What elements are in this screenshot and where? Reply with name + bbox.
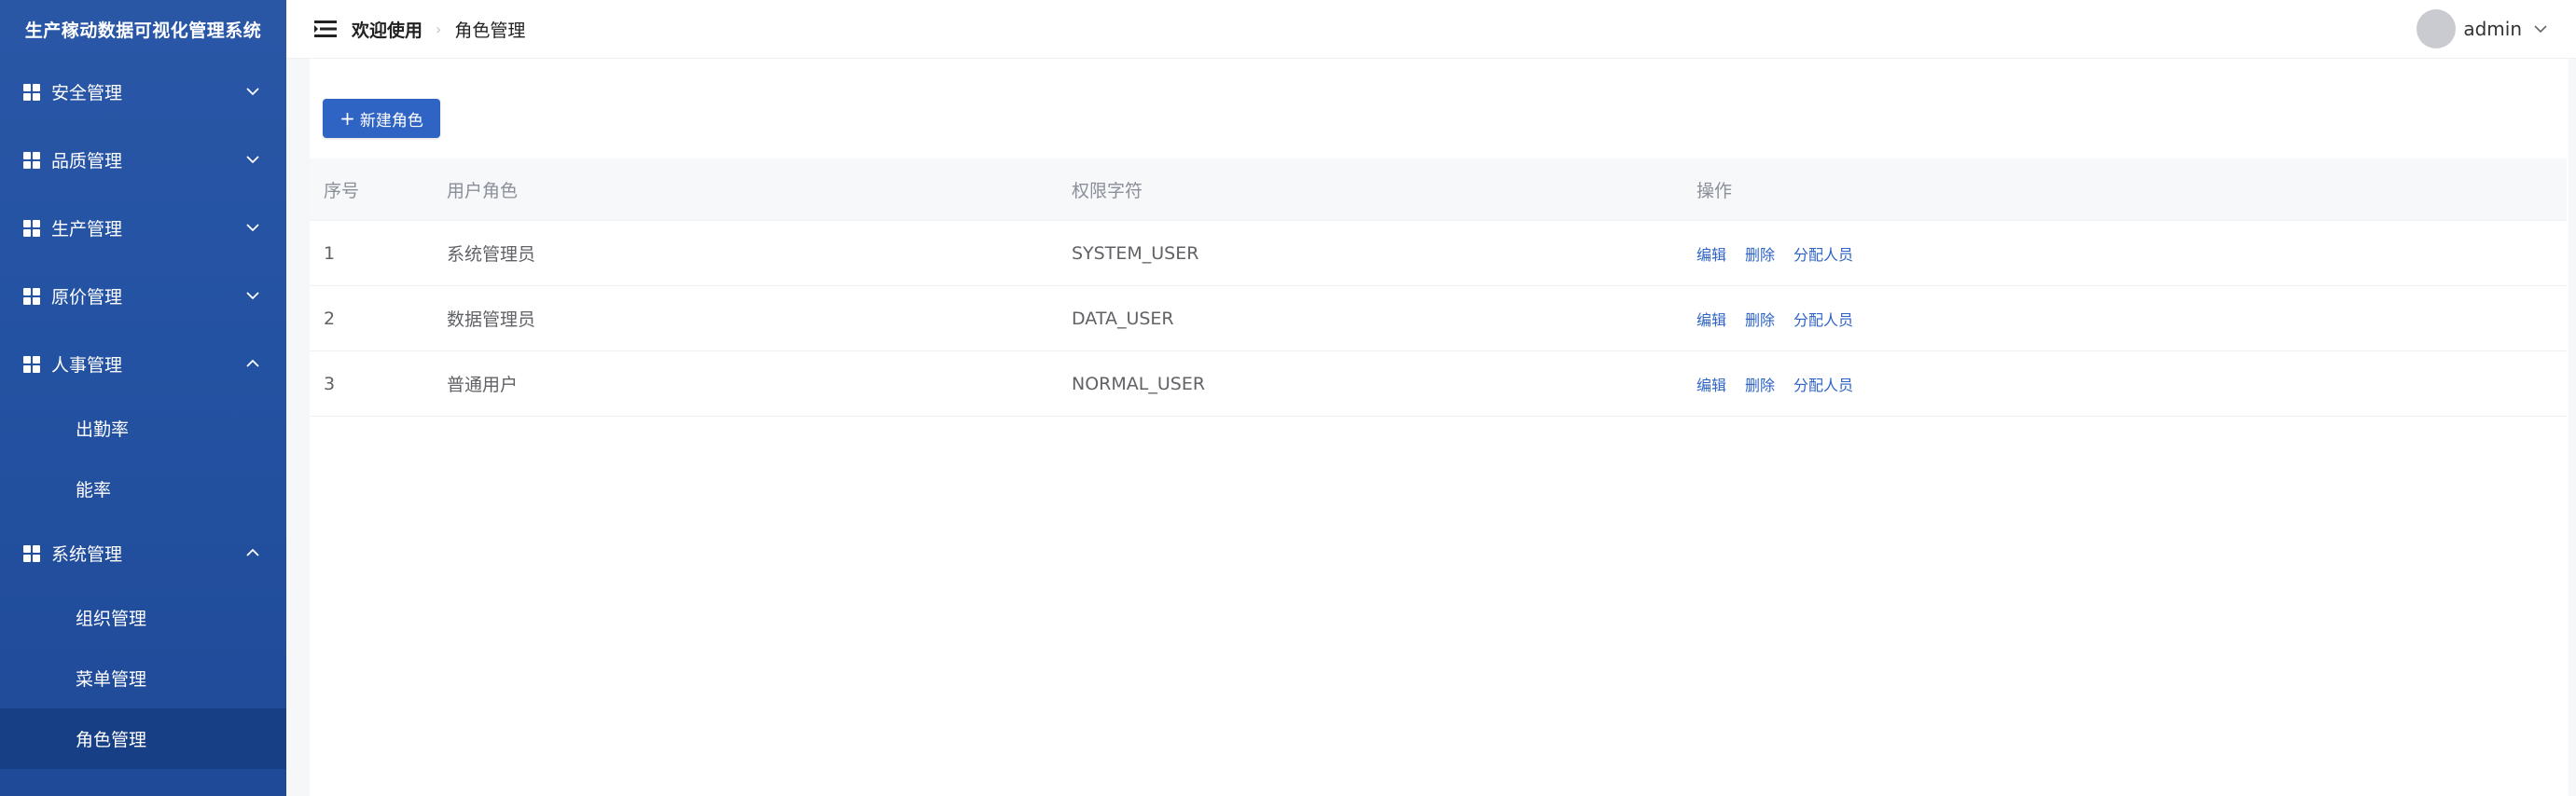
assign-users-link[interactable]: 分配人员 [1794, 246, 1853, 264]
user-menu[interactable]: admin [2417, 0, 2548, 58]
chevron-down-icon [2534, 25, 2547, 34]
menu-label: 系统管理 [51, 544, 123, 565]
cell-actions: 编辑 删除 分配人员 [1696, 220, 2567, 286]
sidebar: 生产稼动数据可视化管理系统 安全管理 品质管理 生产管理 原价管理 人事管理 出… [0, 0, 286, 796]
menu-label: 安全管理 [51, 83, 123, 103]
breadcrumb-separator-icon: › [436, 20, 442, 38]
menu-label: 原价管理 [51, 287, 123, 308]
cell-role: 普通用户 [446, 350, 1071, 417]
chevron-up-icon [246, 359, 259, 367]
plus-icon: + [339, 107, 355, 130]
menu-production[interactable]: 生产管理 [0, 194, 286, 262]
table-row: 2 数据管理员 DATA_USER 编辑 删除 分配人员 [310, 285, 2567, 351]
menu-label: 生产管理 [51, 219, 123, 240]
cell-role: 系统管理员 [446, 220, 1071, 286]
cell-actions: 编辑 删除 分配人员 [1696, 350, 2567, 417]
sidebar-item-menu[interactable]: 菜单管理 [0, 648, 286, 708]
new-role-button[interactable]: + 新建角色 [323, 99, 440, 138]
assign-users-link[interactable]: 分配人员 [1794, 377, 1853, 394]
sidebar-item-efficiency[interactable]: 能率 [0, 459, 286, 519]
username: admin [2463, 18, 2522, 40]
edit-link[interactable]: 编辑 [1697, 377, 1726, 394]
breadcrumb-home[interactable]: 欢迎使用 [352, 17, 422, 42]
column-header-role: 用户角色 [446, 158, 1071, 221]
cell-index: 2 [310, 285, 446, 351]
cell-perm: DATA_USER [1071, 285, 1696, 351]
edit-link[interactable]: 编辑 [1697, 246, 1726, 264]
chevron-up-icon [246, 548, 259, 556]
menu-cost[interactable]: 原价管理 [0, 262, 286, 330]
table-row: 3 普通用户 NORMAL_USER 编辑 删除 分配人员 [310, 350, 2567, 417]
cell-actions: 编辑 删除 分配人员 [1696, 285, 2567, 351]
column-header-actions: 操作 [1696, 158, 2567, 221]
delete-link[interactable]: 删除 [1745, 246, 1775, 264]
app-title: 生产稼动数据可视化管理系统 [24, 20, 262, 41]
menu-system[interactable]: 系统管理 [0, 519, 286, 587]
cell-index: 1 [310, 220, 446, 286]
chevron-down-icon [246, 87, 259, 95]
column-header-perm: 权限字符 [1071, 158, 1696, 221]
cell-index: 3 [310, 350, 446, 417]
chevron-down-icon [246, 291, 259, 299]
cell-role: 数据管理员 [446, 285, 1071, 351]
table-row: 1 系统管理员 SYSTEM_USER 编辑 删除 分配人员 [310, 220, 2567, 286]
menu-quality[interactable]: 品质管理 [0, 126, 286, 194]
roles-table: 序号 用户角色 权限字符 操作 1 系统管理员 SYSTEM_USER 编辑 删除… [310, 158, 2567, 417]
grid-icon [23, 83, 40, 101]
chevron-down-icon [246, 155, 259, 163]
delete-link[interactable]: 删除 [1745, 311, 1775, 329]
new-role-label: 新建角色 [359, 111, 423, 130]
cell-perm: NORMAL_USER [1071, 350, 1696, 417]
grid-icon [23, 219, 40, 237]
menu-hr[interactable]: 人事管理 [0, 330, 286, 398]
grid-icon [23, 544, 40, 562]
column-header-index: 序号 [310, 158, 446, 221]
chevron-down-icon [246, 223, 259, 231]
avatar [2417, 9, 2457, 48]
top-header: 欢迎使用 › 角色管理 admin [286, 0, 2576, 59]
table-header-row: 序号 用户角色 权限字符 操作 [310, 158, 2567, 221]
breadcrumb-current: 角色管理 [454, 20, 526, 41]
sidebar-item-attendance[interactable]: 出勤率 [0, 398, 286, 459]
edit-link[interactable]: 编辑 [1697, 311, 1726, 329]
grid-icon [23, 355, 40, 373]
assign-users-link[interactable]: 分配人员 [1794, 311, 1853, 329]
grid-icon [23, 151, 40, 169]
delete-link[interactable]: 删除 [1745, 377, 1775, 394]
grid-icon [23, 287, 40, 305]
menu-safety[interactable]: 安全管理 [0, 58, 286, 126]
menu-toggle-icon[interactable] [314, 20, 337, 38]
menu-label: 人事管理 [51, 355, 123, 376]
sidebar-item-roles[interactable]: 角色管理 [0, 708, 286, 769]
sidebar-item-organization[interactable]: 组织管理 [0, 587, 286, 648]
cell-perm: SYSTEM_USER [1071, 220, 1696, 286]
menu-label: 品质管理 [51, 151, 123, 172]
